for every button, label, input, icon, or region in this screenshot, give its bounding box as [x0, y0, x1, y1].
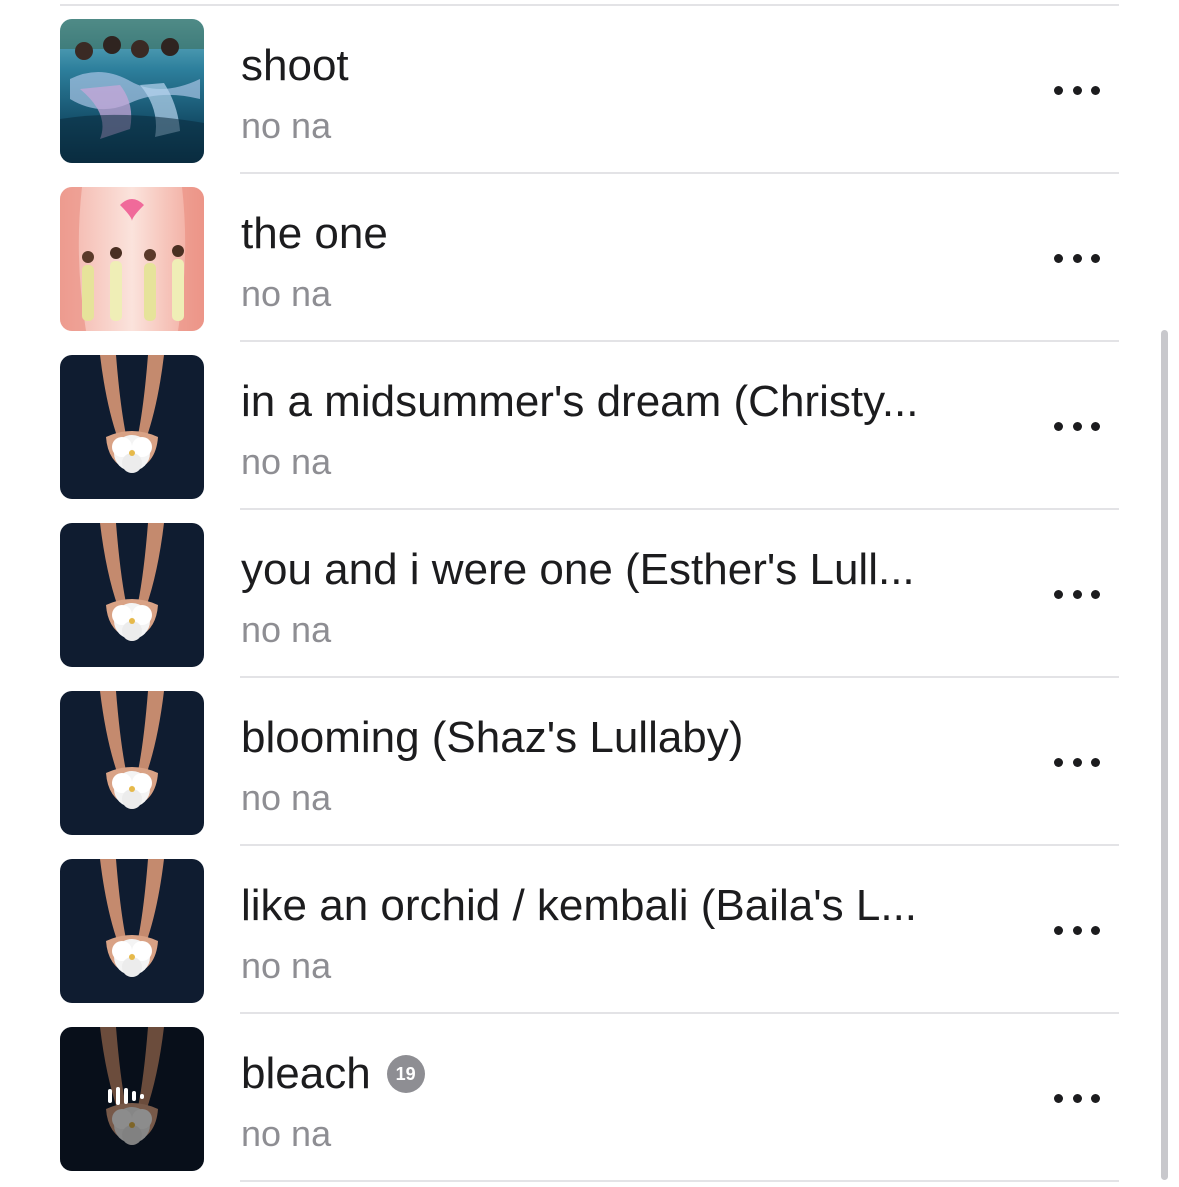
song-title: blooming (Shaz's Lullaby) [241, 712, 743, 764]
age-rating-badge: 19 [386, 1055, 425, 1093]
song-row[interactable]: the one no na [0, 174, 1179, 342]
song-title: you and i were one (Esther's Lull... [241, 544, 915, 596]
more-ellipsis-icon[interactable] [1048, 916, 1106, 944]
song-title: in a midsummer's dream (Christy... [241, 376, 919, 428]
album-art-orchid-hands[interactable] [60, 859, 204, 1003]
song-title-text: bleach [241, 1049, 371, 1098]
more-ellipsis-icon[interactable] [1048, 1084, 1106, 1112]
song-artist: no na [241, 777, 332, 818]
song-title-text: like an orchid / kembali (Baila's L... [241, 881, 918, 930]
album-art-orchid-hands[interactable] [60, 355, 204, 499]
song-row[interactable]: in a midsummer's dream (Christy... no na [0, 342, 1179, 510]
song-title-text: blooming (Shaz's Lullaby) [241, 713, 744, 762]
song-title-text: the one [241, 209, 388, 258]
song-title-text: you and i were one (Esther's Lull... [241, 545, 915, 594]
song-title-text: in a midsummer's dream (Christy... [241, 377, 919, 426]
more-ellipsis-icon[interactable] [1048, 244, 1106, 272]
song-row[interactable]: like an orchid / kembali (Baila's L... n… [0, 846, 1179, 1014]
scrollbar[interactable] [1161, 330, 1168, 1180]
song-title: like an orchid / kembali (Baila's L... [241, 880, 917, 932]
more-ellipsis-icon[interactable] [1048, 412, 1106, 440]
song-list: shoot no na the one no na in a midsummer… [0, 6, 1179, 1182]
song-artist: no na [241, 609, 332, 650]
song-artist: no na [241, 945, 332, 986]
song-row[interactable]: you and i were one (Esther's Lull... no … [0, 510, 1179, 678]
album-art-orchid-hands[interactable] [60, 523, 204, 667]
song-title-text: shoot [241, 41, 349, 90]
song-row[interactable]: shoot no na [0, 6, 1179, 174]
song-title: the one [241, 208, 388, 260]
row-divider [240, 1180, 1119, 1182]
album-art-orchid-hands[interactable] [60, 691, 204, 835]
song-row[interactable]: blooming (Shaz's Lullaby) no na [0, 678, 1179, 846]
song-artist: no na [241, 105, 332, 146]
album-art-orchid-hands[interactable] [60, 1027, 204, 1171]
more-ellipsis-icon[interactable] [1048, 76, 1106, 104]
album-art-pool[interactable] [60, 19, 204, 163]
more-ellipsis-icon[interactable] [1048, 748, 1106, 776]
song-row-now-playing[interactable]: bleach 19 no na [0, 1014, 1179, 1182]
more-ellipsis-icon[interactable] [1048, 580, 1106, 608]
song-artist: no na [241, 273, 332, 314]
song-artist: no na [241, 1113, 332, 1154]
song-title: bleach 19 [241, 1048, 425, 1100]
song-artist: no na [241, 441, 332, 482]
song-title: shoot [241, 40, 349, 92]
album-art-pink-curtain[interactable] [60, 187, 204, 331]
now-playing-waveform-icon [108, 1087, 144, 1105]
